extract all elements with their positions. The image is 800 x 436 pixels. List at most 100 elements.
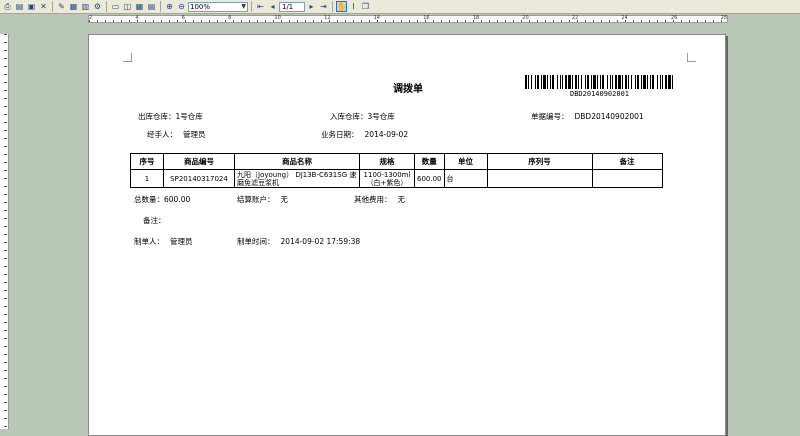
barcode-bar: [657, 75, 658, 89]
zoom-value: 100%: [190, 2, 211, 11]
page-setup-icon[interactable]: ✎: [56, 1, 67, 12]
barcode-bar: [525, 75, 527, 89]
handler-label: 经手人：: [147, 130, 177, 139]
thumbnail-icon[interactable]: ▤: [146, 1, 157, 12]
barcode-bar: [537, 75, 539, 89]
ruler-number: 20: [522, 15, 529, 21]
barcode-bar: [650, 75, 651, 89]
first-page-icon[interactable]: ⇤: [255, 1, 266, 12]
created-time-label: 制单时间：: [237, 237, 275, 246]
document-page: 调拨单 DBD20140902001 出库仓库：1号仓库 入库仓库：3号仓库 单…: [88, 34, 726, 436]
hand-tool-icon[interactable]: ✋: [336, 1, 347, 12]
barcode-bar: [531, 75, 532, 89]
maker-label: 制单人：: [134, 237, 164, 246]
print-preview-toolbar: ⎙ ▤ ▣ ✕ ✎ ▦ ▥ ⚙ ▭ ◫ ▦ ▤ ⊕ ⊖ 100% ▼ ⇤ ◂ 1…: [0, 0, 800, 14]
two-page-icon[interactable]: ◫: [122, 1, 133, 12]
barcode-bar: [615, 75, 617, 89]
barcode-bar: [552, 75, 554, 89]
table-cell: 九阳（Joyoung） DJ13B-C631SG 速磨免滤豆浆机: [234, 169, 360, 188]
from-warehouse-label: 出库仓库：: [138, 112, 176, 121]
table-cell: SP20140317024: [163, 169, 235, 188]
zoom-in-icon[interactable]: ⊕: [164, 1, 175, 12]
to-warehouse-field: 入库仓库：3号仓库: [330, 111, 395, 122]
barcode-bar: [628, 75, 629, 89]
maker-value: 管理员: [170, 237, 193, 246]
close-icon[interactable]: ✕: [38, 1, 49, 12]
other-costs-field: 其他费用： 无: [354, 194, 405, 205]
barcode-bar: [585, 75, 586, 89]
barcode-bar: [625, 75, 627, 89]
barcode-bar: [607, 75, 608, 89]
total-quantity-value: 600.00: [164, 195, 191, 204]
settings-icon[interactable]: ⚙: [92, 1, 103, 12]
column-header: 序号: [130, 153, 164, 170]
ruler-number: 14: [373, 15, 380, 21]
last-page-icon[interactable]: ⇥: [318, 1, 329, 12]
barcode-bar: [575, 75, 577, 89]
barcode-bar: [543, 75, 546, 89]
barcode-bar: [550, 75, 551, 89]
barcode-bar: [547, 75, 548, 89]
zoom-select[interactable]: 100% ▼: [188, 1, 248, 12]
ruler-number: 8: [228, 15, 232, 21]
document-number-label: 单据编号：: [531, 112, 569, 121]
table-cell: 台: [443, 169, 488, 188]
multi-page-icon[interactable]: ▦: [134, 1, 145, 12]
barcode-bar: [612, 75, 613, 89]
settlement-account-value: 无: [280, 195, 289, 204]
chevron-down-icon: ▼: [241, 3, 246, 10]
table-cell: [486, 169, 593, 188]
barcode-bar: [641, 75, 642, 89]
ruler-number: 10: [274, 15, 281, 21]
save-icon[interactable]: ▣: [26, 1, 37, 12]
barcode-bar: [528, 75, 529, 89]
barcode-bar: [602, 75, 604, 89]
settlement-account-label: 结算账户：: [237, 195, 275, 204]
barcode-bar: [660, 75, 661, 89]
barcode-bar: [572, 75, 573, 89]
text-select-icon[interactable]: I: [348, 1, 359, 12]
export-icon[interactable]: ▥: [80, 1, 91, 12]
remark-label: 备注：: [143, 216, 166, 225]
from-warehouse-value: 1号仓库: [175, 112, 203, 121]
barcode-bar: [593, 75, 596, 89]
barcode-bar: [643, 75, 646, 89]
toolbar-separator: [251, 1, 252, 12]
copy-icon[interactable]: ❐: [360, 1, 371, 12]
print-icon[interactable]: ⎙: [2, 1, 13, 12]
table-cell: 600.00: [414, 169, 445, 188]
barcode-bar: [597, 75, 598, 89]
open-icon[interactable]: ▤: [14, 1, 25, 12]
business-date-value: 2014-09-02: [364, 130, 409, 139]
column-header: 商品编号: [163, 153, 235, 170]
barcode-bar: [600, 75, 601, 89]
barcode-bar: [662, 75, 663, 89]
barcode-bar: [637, 75, 639, 89]
ruler-numbers: 2 4 6 8 10 12 14 16 18 20 22 24 26 28: [89, 15, 727, 23]
ruler-number: 28: [720, 15, 727, 21]
page-number-input[interactable]: 1/1: [279, 1, 305, 12]
ruler-number: 2: [89, 15, 93, 21]
ruler-number: 16: [423, 15, 430, 21]
zoom-out-icon[interactable]: ⊖: [176, 1, 187, 12]
margin-mark: [687, 53, 696, 62]
prev-page-icon[interactable]: ◂: [267, 1, 278, 12]
barcode-bar: [652, 75, 654, 89]
page-number-value: 1/1: [282, 2, 294, 11]
barcode-bar: [647, 75, 648, 89]
toolbar-separator: [52, 1, 53, 12]
toolbar-separator: [106, 1, 107, 12]
created-time-field: 制单时间： 2014-09-02 17:59:38: [237, 236, 360, 247]
barcode-bar: [581, 75, 582, 89]
other-costs-label: 其他费用：: [354, 195, 392, 204]
table-cell: 1100-1300ml（白+紫色）: [359, 169, 415, 188]
next-page-icon[interactable]: ▸: [306, 1, 317, 12]
table-row: 1 SP20140317024 九阳（Joyoung） DJ13B-C631SG…: [130, 169, 663, 188]
barcode-bar: [622, 75, 623, 89]
barcode-bar: [565, 75, 567, 89]
single-page-icon[interactable]: ▭: [110, 1, 121, 12]
barcode-bar: [557, 75, 558, 89]
barcode-bar: [535, 75, 536, 89]
ruler-number: 22: [571, 15, 579, 21]
design-icon[interactable]: ▦: [68, 1, 79, 12]
